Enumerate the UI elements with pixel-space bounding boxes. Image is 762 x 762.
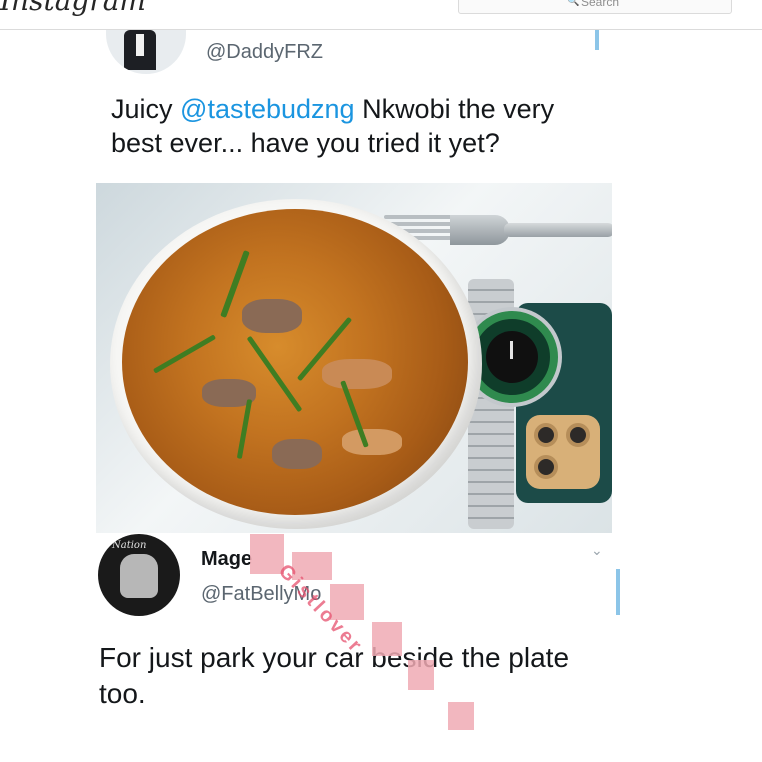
avatar-art — [120, 554, 158, 598]
watermark-block — [372, 622, 402, 656]
instagram-logo[interactable]: Instagram — [0, 0, 146, 17]
reply-name[interactable]: Mage — [201, 548, 252, 571]
phone-camera — [526, 415, 600, 489]
instagram-header: Instagram 🔍 Search — [0, 0, 762, 30]
search-icon: 🔍 — [567, 0, 580, 7]
tweet-text: Juicy @tastebudzng Nkwobi the very best … — [111, 92, 591, 160]
tweet-handle[interactable]: @DaddyFRZ — [206, 41, 323, 64]
reply-indicator — [616, 569, 620, 615]
avatar-logo-text: Nation — [112, 540, 147, 551]
watermark-block — [250, 534, 284, 574]
watermark-block — [448, 702, 474, 730]
mention-link[interactable]: @tastebudzng — [180, 94, 355, 124]
nkwobi-food — [122, 209, 468, 515]
avatar[interactable] — [106, 30, 186, 74]
chevron-down-icon[interactable]: ⌄ — [591, 542, 603, 559]
food-bowl — [110, 199, 482, 529]
tweet-text-prefix: Juicy — [111, 94, 181, 124]
tweet-photo[interactable] — [96, 183, 612, 533]
scroll-indicator — [595, 30, 599, 50]
avatar-shirt — [136, 34, 144, 56]
watermark-block — [408, 660, 434, 690]
search-placeholder: Search — [581, 0, 620, 9]
reply-avatar[interactable]: Nation — [98, 534, 180, 616]
search-input[interactable]: 🔍 Search — [458, 0, 732, 14]
